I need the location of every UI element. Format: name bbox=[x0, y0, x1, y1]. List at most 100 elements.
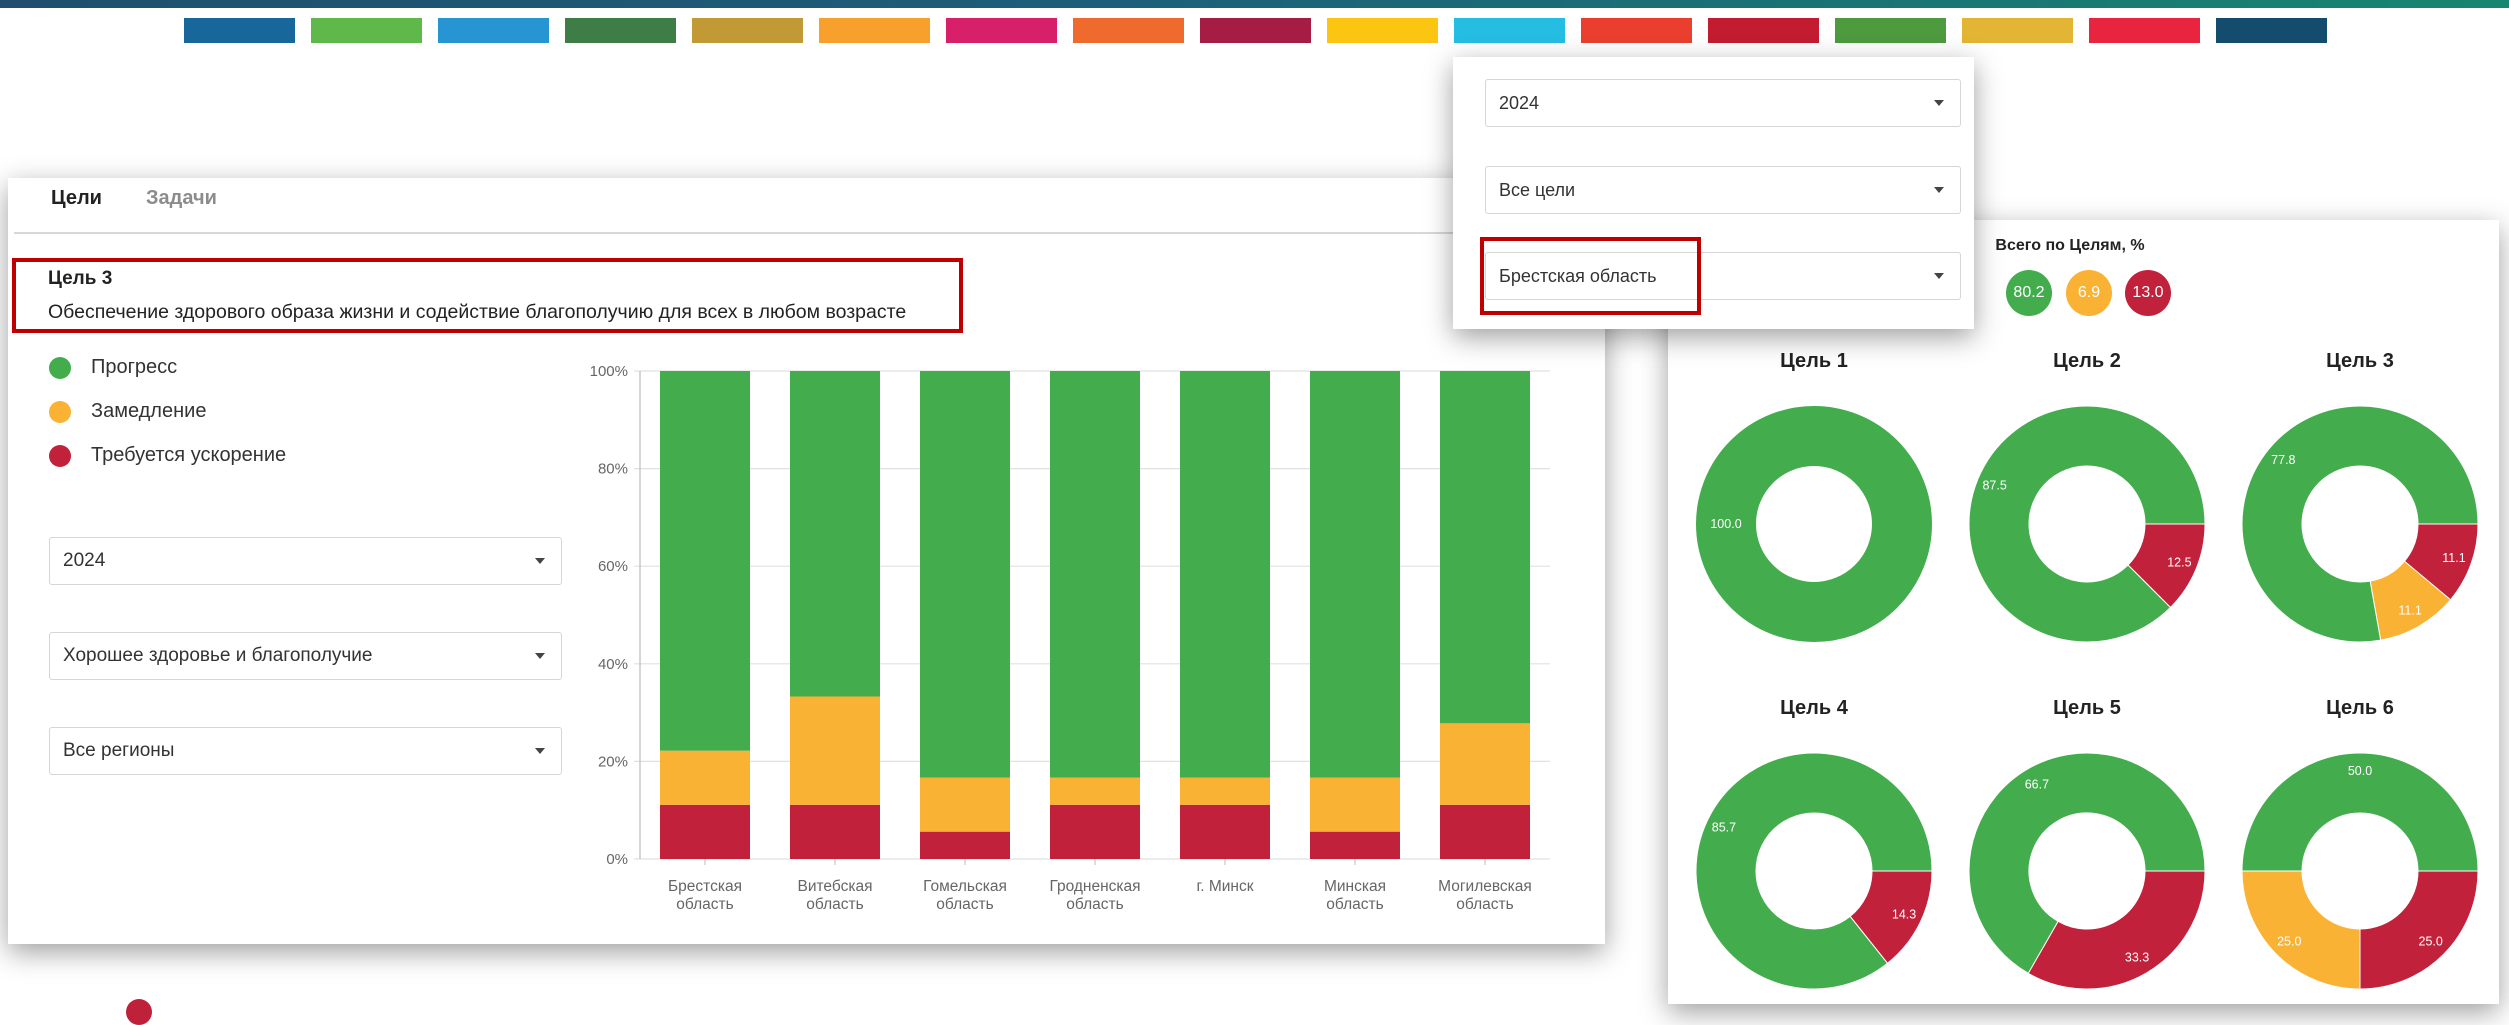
sdg-goal-17-swatch[interactable] bbox=[2216, 18, 2327, 43]
sdg-goal-5-swatch[interactable] bbox=[692, 18, 803, 43]
sdg-goal-9-swatch[interactable] bbox=[1200, 18, 1311, 43]
bar-segment[interactable] bbox=[790, 804, 880, 859]
donut-slice[interactable] bbox=[2241, 870, 2361, 990]
chevron-down-icon bbox=[535, 653, 545, 659]
bar-segment[interactable] bbox=[1310, 371, 1400, 778]
chevron-down-icon bbox=[1934, 187, 1944, 193]
bar-segment[interactable] bbox=[1050, 777, 1140, 805]
popover-year-select[interactable]: 2024 bbox=[1485, 79, 1961, 127]
popover-year-value: 2024 bbox=[1499, 92, 1540, 113]
bar-segment[interactable] bbox=[1050, 804, 1140, 859]
donut-chart-goal-5: 33.3 66.7 bbox=[1968, 752, 2206, 990]
donut-title-goal-1: Цель 1 bbox=[1780, 350, 1848, 372]
sdg-goal-2-swatch[interactable] bbox=[311, 18, 422, 43]
donut-slice[interactable] bbox=[1696, 406, 1932, 642]
partial-icon bbox=[126, 999, 152, 1025]
x-tick-label: г. Минск bbox=[1196, 878, 1253, 895]
bar-segment[interactable] bbox=[920, 777, 1010, 832]
donut-slice-label: 50.0 bbox=[2348, 764, 2372, 778]
top-accent-strip bbox=[0, 0, 2509, 8]
sdg-goal-8-swatch[interactable] bbox=[1073, 18, 1184, 43]
chevron-down-icon bbox=[1934, 100, 1944, 106]
tab-goals[interactable]: Цели bbox=[51, 187, 102, 210]
bar-segment[interactable] bbox=[1440, 804, 1530, 859]
sdg-goal-6-swatch[interactable] bbox=[819, 18, 930, 43]
bar-segment[interactable] bbox=[790, 696, 880, 805]
year-select[interactable]: 2024 bbox=[49, 537, 562, 585]
bar-segment[interactable] bbox=[660, 371, 750, 751]
legend-label: Прогресс bbox=[91, 356, 178, 378]
total-progress-badge: 80.2 bbox=[2006, 270, 2052, 316]
donut-chart-goal-3: 11.1 11.1 77.8 bbox=[2241, 405, 2479, 643]
donut-slice[interactable] bbox=[2027, 870, 2206, 990]
legend-item-acceleration: Требуется ускорение bbox=[49, 444, 286, 467]
chevron-down-icon bbox=[535, 748, 545, 754]
tabs-divider bbox=[14, 232, 1599, 234]
sdg-goal-4-swatch[interactable] bbox=[565, 18, 676, 43]
bar-segment[interactable] bbox=[920, 831, 1010, 859]
bar-segment[interactable] bbox=[790, 371, 880, 697]
donut-chart-goal-1: 100.0 bbox=[1696, 406, 1932, 642]
regions-stacked-bar-chart: 0%20%40%60%80%100%БрестскаяобластьВитебс… bbox=[590, 363, 1550, 913]
tab-tasks[interactable]: Задачи bbox=[146, 187, 217, 210]
progress-dot-icon bbox=[49, 356, 71, 379]
bar-segment[interactable] bbox=[1440, 723, 1530, 805]
bar-segment[interactable] bbox=[1310, 777, 1400, 832]
bar-segment[interactable] bbox=[1180, 777, 1270, 805]
donut-slice-label: 33.3 bbox=[2125, 951, 2149, 965]
donut-slice-label: 14.3 bbox=[1892, 907, 1916, 921]
region-select[interactable]: Все регионы bbox=[49, 727, 562, 775]
x-tick-label: Витебская bbox=[798, 878, 873, 895]
y-tick-label: 100% bbox=[590, 363, 628, 380]
sdg-goal-14-swatch[interactable] bbox=[1835, 18, 1946, 43]
y-tick-label: 60% bbox=[598, 558, 628, 575]
legend-label: Замедление bbox=[91, 400, 207, 422]
bar-segment[interactable] bbox=[1180, 371, 1270, 778]
sdg-goal-1-swatch[interactable] bbox=[184, 18, 295, 43]
y-tick-label: 20% bbox=[598, 753, 628, 770]
popover-goal-select[interactable]: Все цели bbox=[1485, 166, 1961, 214]
sdg-goal-7-swatch[interactable] bbox=[946, 18, 1057, 43]
x-tick-label: Гомельская bbox=[923, 878, 1007, 895]
donut-slice-label: 25.0 bbox=[2419, 935, 2443, 949]
totals-title: Всего по Целям, % bbox=[1995, 237, 2145, 254]
goal-title: Цель 3 bbox=[48, 268, 113, 289]
x-tick-label: область bbox=[676, 896, 733, 913]
sdg-goal-15-swatch[interactable] bbox=[1962, 18, 2073, 43]
region-select-value: Все регионы bbox=[63, 740, 175, 761]
sdg-goal-3-swatch[interactable] bbox=[438, 18, 549, 43]
legend-item-slowdown: Замедление bbox=[49, 400, 206, 423]
x-tick-label: область bbox=[1456, 896, 1513, 913]
donut-title-goal-3: Цель 3 bbox=[2326, 350, 2394, 372]
chevron-down-icon bbox=[535, 558, 545, 564]
legend-label: Требуется ускорение bbox=[91, 444, 287, 466]
popover-goal-value: Все цели bbox=[1499, 179, 1576, 200]
donut-slice-label: 11.1 bbox=[2398, 604, 2421, 618]
sdg-goal-12-swatch[interactable] bbox=[1581, 18, 1692, 43]
goal-description: Обеспечение здорового образа жизни и сод… bbox=[48, 301, 907, 323]
sdg-goal-10-swatch[interactable] bbox=[1327, 18, 1438, 43]
donut-slice[interactable] bbox=[1968, 405, 2206, 643]
goal-select[interactable]: Хорошее здоровье и благополучие bbox=[49, 632, 562, 680]
sdg-goal-16-swatch[interactable] bbox=[2089, 18, 2200, 43]
sdg-color-strip bbox=[184, 18, 2327, 43]
donut-chart-goal-6: 25.0 25.0 50.0 bbox=[2241, 752, 2479, 990]
bar-segment[interactable] bbox=[660, 804, 750, 859]
bar-segment[interactable] bbox=[660, 750, 750, 805]
x-tick-label: Могилевская bbox=[1438, 878, 1532, 895]
y-tick-label: 0% bbox=[606, 851, 628, 868]
bar-segment[interactable] bbox=[1050, 371, 1140, 778]
sdg-goal-11-swatch[interactable] bbox=[1454, 18, 1565, 43]
bar-segment[interactable] bbox=[920, 371, 1010, 778]
bar-segment[interactable] bbox=[1310, 831, 1400, 859]
donut-slice-label: 66.7 bbox=[2025, 777, 2049, 791]
sdg-goal-13-swatch[interactable] bbox=[1708, 18, 1819, 43]
donut-chart-goal-2: 12.5 87.5 bbox=[1968, 405, 2206, 643]
donut-slice-label: 100.0 bbox=[1710, 517, 1741, 531]
x-tick-label: Минская bbox=[1324, 878, 1386, 895]
donut-slice[interactable] bbox=[2359, 870, 2479, 990]
bar-segment[interactable] bbox=[1180, 804, 1270, 859]
donut-slice-label: 87.5 bbox=[1982, 479, 2006, 493]
x-tick-label: область bbox=[1326, 896, 1383, 913]
bar-segment[interactable] bbox=[1440, 371, 1530, 724]
